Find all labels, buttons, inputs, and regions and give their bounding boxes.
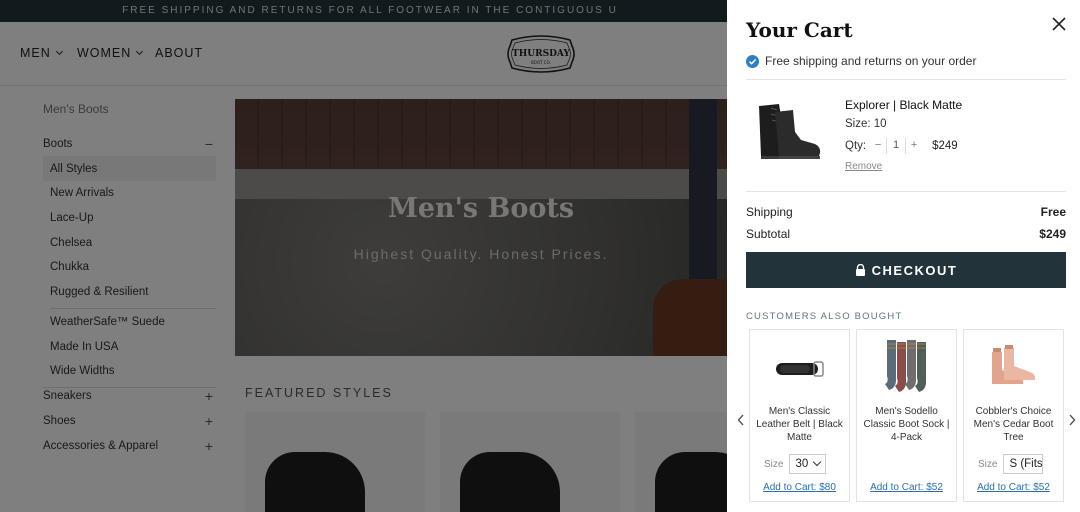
- socks-icon: [884, 340, 926, 392]
- add-to-cart-link[interactable]: Add to Cart: $52: [964, 482, 1063, 493]
- size-select[interactable]: S (Fits: [1003, 454, 1044, 474]
- size-select-value: S (Fits: [1009, 458, 1043, 470]
- recommendation-card: Men's Classic Leather Belt | Black Matte…: [749, 329, 850, 502]
- free-shipping-text: Free shipping and returns on your order: [765, 54, 977, 68]
- cart-item-size: Size: 10: [845, 118, 887, 130]
- check-circle-icon: [746, 54, 759, 68]
- chevron-right-icon[interactable]: [1067, 413, 1077, 427]
- belt-icon: [775, 361, 824, 377]
- shipping-label: Shipping: [746, 205, 793, 219]
- subtotal-row: Subtotal $249: [746, 227, 1066, 241]
- subtotal-label: Subtotal: [746, 227, 791, 241]
- qty-label: Qty:: [845, 140, 867, 152]
- size-label: Size:: [845, 118, 871, 130]
- option-label: Size: [978, 458, 998, 470]
- subtotal-value: $249: [1039, 227, 1066, 241]
- quantity-stepper: − 1 +: [870, 138, 922, 154]
- add-to-cart-link[interactable]: Add to Cart: $80: [750, 482, 849, 493]
- recommendation-option: Size 30: [764, 454, 827, 474]
- cart-item-price: $249: [932, 140, 958, 152]
- recommendation-name[interactable]: Men's Sodello Classic Boot Sock | 4-Pack: [861, 405, 952, 444]
- recommendation-name[interactable]: Cobbler's Choice Men's Cedar Boot Tree: [968, 405, 1059, 444]
- chevron-down-icon: [813, 457, 822, 467]
- shipping-row: Shipping Free: [746, 205, 1066, 219]
- cart-item-name[interactable]: Explorer | Black Matte: [845, 98, 962, 112]
- remove-item-link[interactable]: Remove: [845, 161, 882, 172]
- recommendation-card: Cobbler's Choice Men's Cedar Boot Tree S…: [963, 329, 1064, 502]
- boot-tree-image[interactable]: [964, 334, 1063, 404]
- shipping-value: Free: [1040, 205, 1066, 219]
- quantity-row: Qty: − 1 + $249: [845, 138, 958, 154]
- modal-overlay[interactable]: [0, 0, 727, 512]
- belt-image[interactable]: [750, 334, 849, 404]
- free-shipping-note: Free shipping and returns on your order: [746, 54, 976, 68]
- cart-title: Your Cart: [746, 18, 853, 42]
- cart-item-image[interactable]: [749, 98, 825, 166]
- also-bought-heading: CUSTOMERS ALSO BOUGHT: [746, 311, 903, 322]
- divider: [746, 79, 1066, 80]
- recommendation-name[interactable]: Men's Classic Leather Belt | Black Matte: [754, 405, 845, 444]
- divider: [746, 191, 1066, 192]
- add-to-cart-link[interactable]: Add to Cart: $52: [857, 482, 956, 493]
- cart-drawer: Your Cart Free shipping and returns on y…: [727, 0, 1080, 512]
- socks-image[interactable]: [857, 334, 956, 404]
- qty-value[interactable]: 1: [886, 138, 907, 154]
- checkout-label: CHECKOUT: [871, 262, 958, 278]
- checkout-button[interactable]: CHECKOUT: [746, 252, 1066, 288]
- recommendation-card: Men's Sodello Classic Boot Sock | 4-Pack…: [856, 329, 957, 502]
- size-value: 10: [873, 118, 887, 130]
- chevron-left-icon[interactable]: [736, 413, 746, 427]
- close-icon[interactable]: [1049, 14, 1069, 34]
- boot-tree-icon: [991, 345, 1035, 384]
- size-select-value: 30: [795, 458, 809, 470]
- recommendation-option: Size S (Fits: [978, 454, 1044, 474]
- qty-increase-button[interactable]: +: [906, 138, 922, 154]
- option-label: Size: [764, 458, 784, 470]
- size-select[interactable]: 30: [789, 454, 827, 474]
- lock-icon: [855, 264, 865, 276]
- qty-decrease-button[interactable]: −: [870, 138, 886, 154]
